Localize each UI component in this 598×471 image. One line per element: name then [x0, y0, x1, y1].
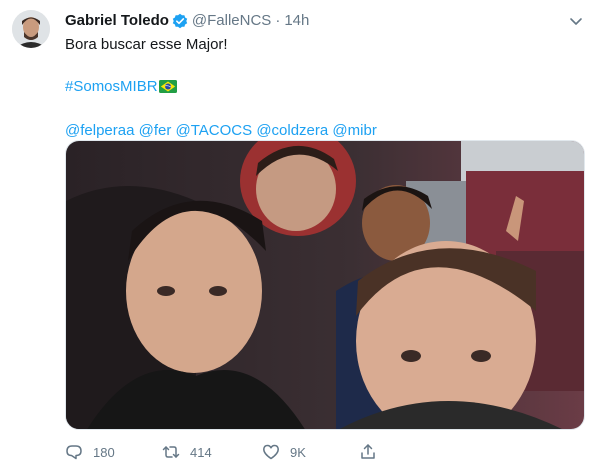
- author-handle[interactable]: @FalleNCS: [192, 10, 271, 32]
- retweet-button[interactable]: 414: [162, 443, 262, 461]
- mention-link[interactable]: @felperaa: [65, 122, 134, 139]
- chevron-down-icon[interactable]: [567, 12, 585, 30]
- verified-badge-icon: [172, 13, 188, 29]
- selfie-photo: [66, 141, 584, 429]
- retweet-icon: [162, 446, 180, 458]
- tweet-actions: 180 414 9K: [65, 441, 377, 463]
- retweet-count: 414: [190, 444, 212, 460]
- hashtag-link[interactable]: #SomosMIBR: [65, 78, 158, 95]
- tweet-text-line: Bora buscar esse Major!: [65, 36, 228, 53]
- like-count: 9K: [290, 444, 306, 460]
- heart-icon: [263, 444, 279, 460]
- like-button[interactable]: 9K: [262, 443, 359, 461]
- reply-button[interactable]: 180: [65, 443, 162, 461]
- mention-link[interactable]: @fer: [139, 122, 172, 139]
- tweet-header: Gabriel Toledo @FalleNCS · 14h: [65, 10, 585, 32]
- share-button[interactable]: [359, 443, 377, 461]
- hashtag-line: #SomosMIBR: [65, 76, 585, 99]
- tweet-body: Gabriel Toledo @FalleNCS · 14h Bora busc…: [65, 10, 585, 141]
- brazil-flag-icon: [158, 78, 177, 99]
- reply-icon: [66, 445, 82, 460]
- avatar[interactable]: [12, 10, 50, 48]
- mention-link[interactable]: @coldzera: [256, 122, 328, 139]
- tweet-text: Bora buscar esse Major! #SomosMIBR @felp…: [65, 34, 585, 141]
- tweet-photo[interactable]: [65, 140, 585, 430]
- tweet: Gabriel Toledo @FalleNCS · 14h Bora busc…: [0, 0, 598, 471]
- mention-link[interactable]: @TACOCS: [176, 122, 253, 139]
- share-icon: [361, 444, 375, 459]
- separator-dot: ·: [275, 12, 281, 29]
- mentions-line: @felperaa @fer @TACOCS @coldzera @mibr: [65, 120, 585, 141]
- timestamp[interactable]: 14h: [284, 10, 309, 32]
- mention-link[interactable]: @mibr: [332, 122, 376, 139]
- author-name[interactable]: Gabriel Toledo: [65, 10, 169, 32]
- reply-count: 180: [93, 444, 115, 460]
